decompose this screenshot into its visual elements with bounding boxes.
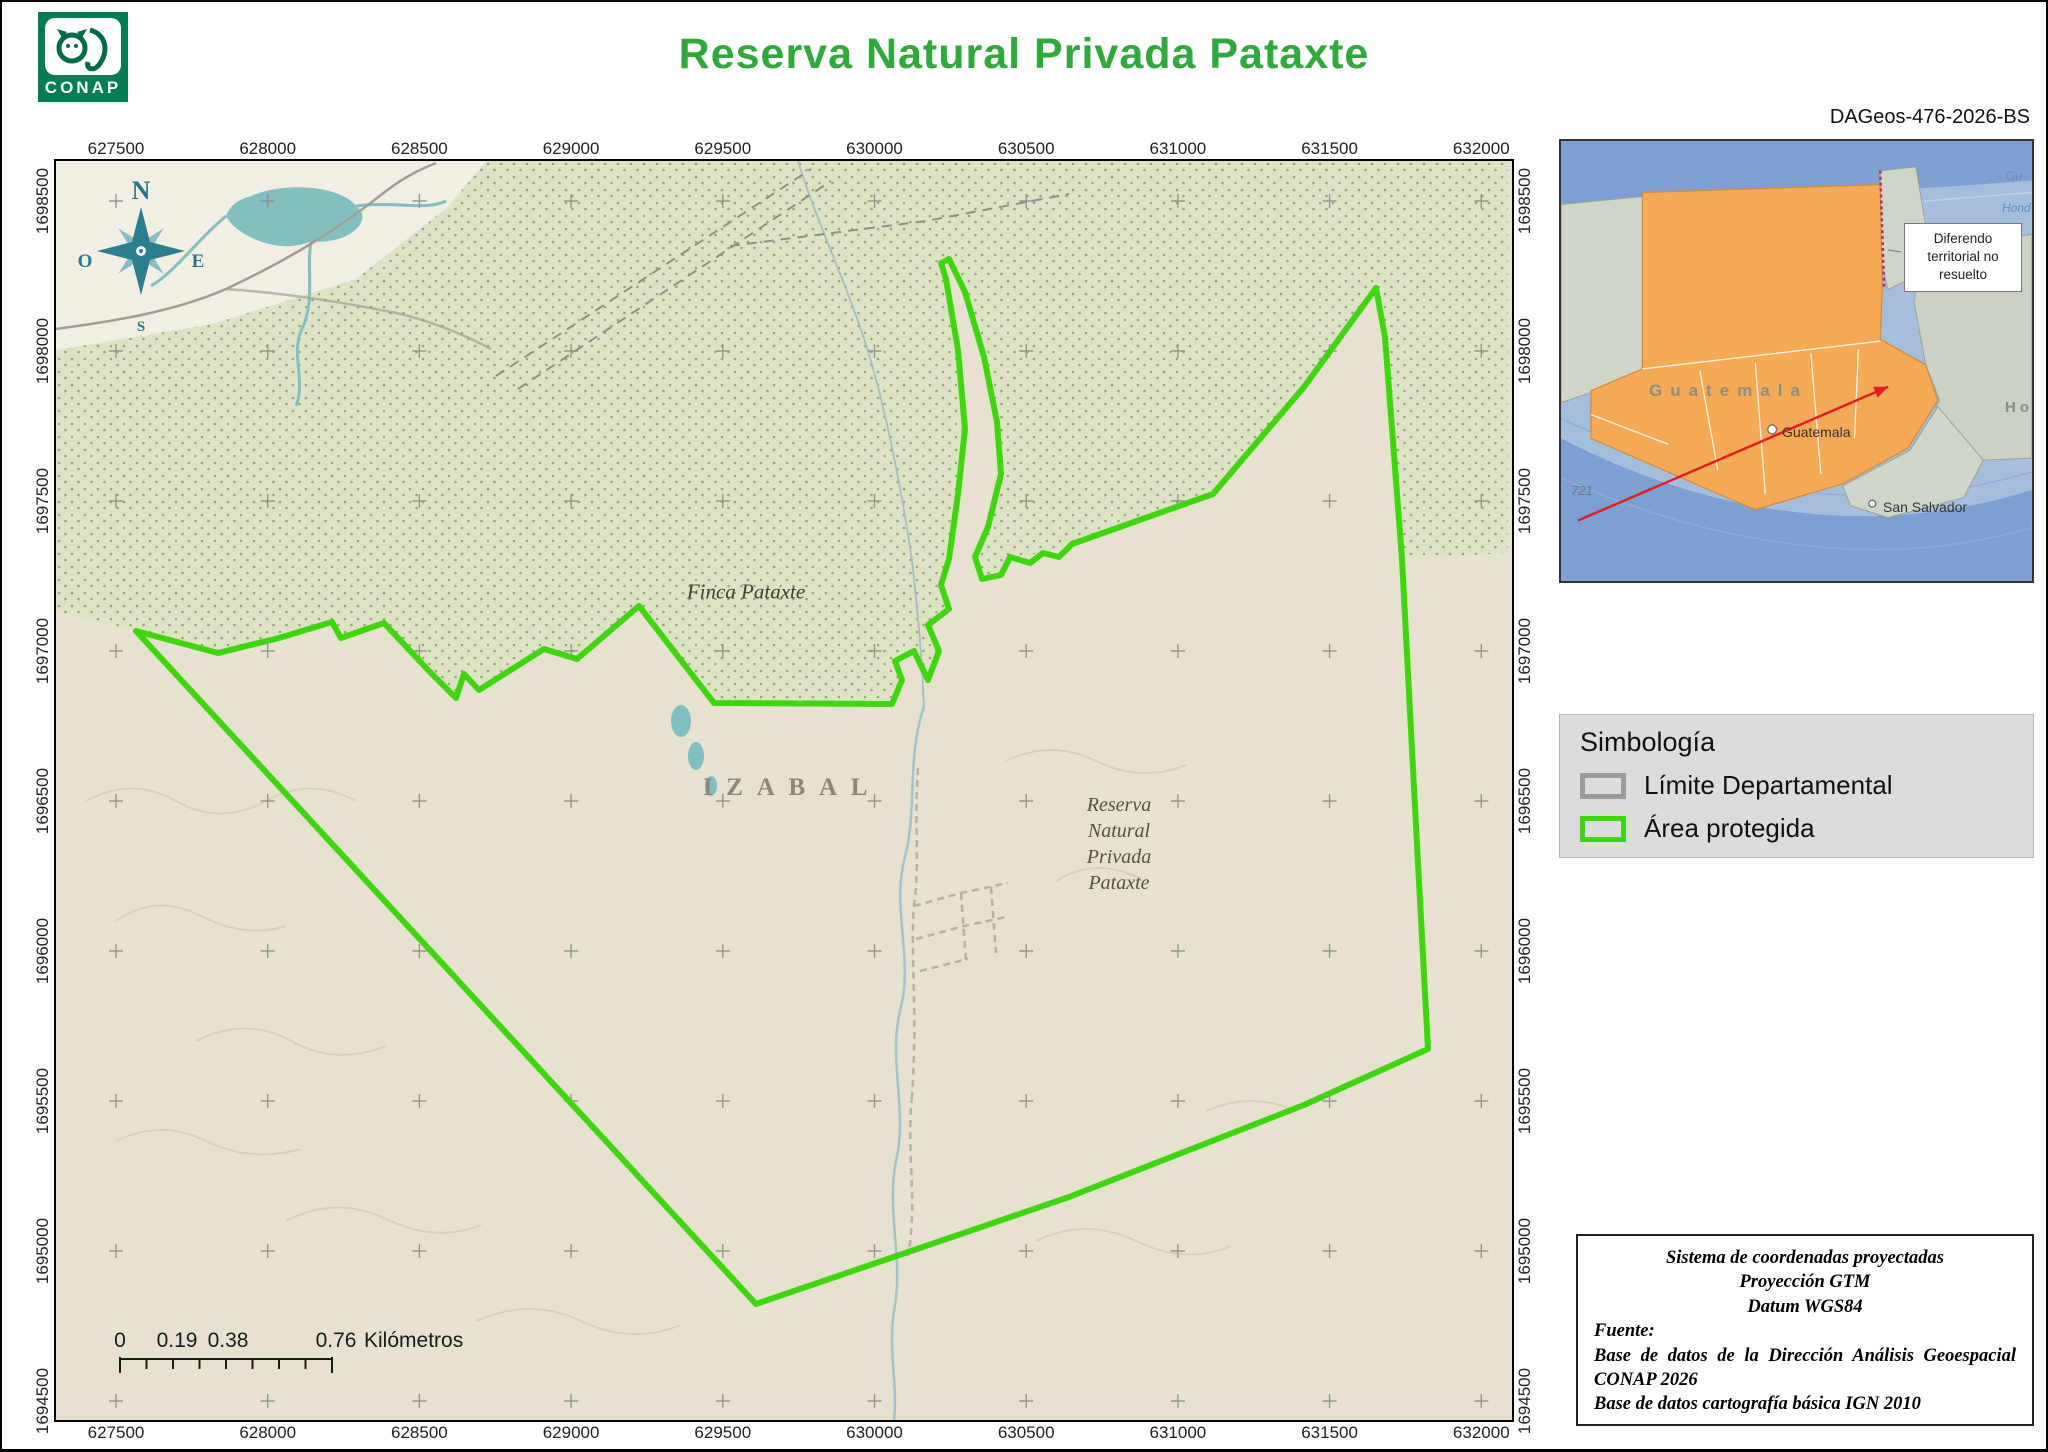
scalebar-tick-label: 0 — [114, 1329, 126, 1353]
coordinate-label: 1695000 — [1515, 1218, 1535, 1284]
coordinate-label: 628500 — [391, 139, 448, 159]
coordinate-label: 1697500 — [1515, 468, 1535, 534]
document-code: DAGeos-476-2026-BS — [1830, 106, 2030, 129]
reserve-name-label: Reserva Natural Privada Pataxte — [1087, 792, 1151, 896]
coordinate-label: 1696000 — [33, 918, 53, 984]
coordinate-label: 630000 — [846, 1423, 903, 1443]
legend: Simbología Límite Departamental Área pro… — [1559, 714, 2034, 858]
coordinate-label: 629000 — [543, 1423, 600, 1443]
scalebar-tick-label: 0.19 — [157, 1329, 198, 1353]
source-line: Base de datos cartografía básica IGN 201… — [1594, 1392, 2016, 1416]
scalebar-tick-label: 0.76 — [316, 1329, 357, 1353]
coordinate-label: 632000 — [1453, 139, 1510, 159]
coordinate-label: 631000 — [1150, 139, 1207, 159]
coordinate-label: 1695500 — [33, 1068, 53, 1134]
coordinate-label: 631500 — [1301, 139, 1358, 159]
coordinate-label: 1697500 — [33, 468, 53, 534]
departmental-boundary-swatch — [1580, 773, 1626, 799]
department-label: IZABAL — [703, 774, 881, 802]
sea-text-fragment: Gu — [2006, 169, 2022, 183]
coordinate-label: 1695000 — [33, 1218, 53, 1284]
compass-rose: N O E S — [71, 169, 211, 339]
dispute-callout: Diferendo territorial no resuelto — [1904, 223, 2022, 292]
inset-map: Guatemala Guatemala San Salvador Ho 721 … — [1559, 139, 2034, 583]
coordinate-label: 631500 — [1301, 1423, 1358, 1443]
source-box: Sistema de coordenadas proyectadas Proye… — [1576, 1234, 2034, 1426]
coordinate-label: 1697000 — [1515, 618, 1535, 684]
legend-item-label: Límite Departamental — [1644, 770, 1893, 801]
map-canvas: N O E S Finca Pataxte IZABAL Reserva Nat… — [56, 161, 1512, 1420]
protected-area-swatch — [1580, 816, 1626, 842]
projection-line: Datum WGS84 — [1594, 1295, 2016, 1319]
coordinate-label: 629000 — [543, 139, 600, 159]
finca-pataxte-label: Finca Pataxte — [687, 580, 805, 605]
road-number-label: 721 — [1571, 483, 1593, 498]
source-line: Base de datos de la Dirección Análisis G… — [1594, 1344, 2016, 1393]
coordinate-label: 1697000 — [33, 618, 53, 684]
legend-title: Simbología — [1580, 727, 2013, 758]
coordinate-label: 630000 — [846, 139, 903, 159]
compass-west-label: O — [78, 251, 93, 272]
city-marker-san-salvador — [1869, 500, 1876, 507]
guatemala-city-label: Guatemala — [1782, 424, 1850, 440]
projection-line: Sistema de coordenadas proyectadas — [1594, 1246, 2016, 1270]
legend-item-label: Área protegida — [1644, 813, 1815, 844]
map-frame: N O E S Finca Pataxte IZABAL Reserva Nat… — [54, 159, 1514, 1422]
coordinate-label: 627500 — [88, 139, 145, 159]
scalebar-unit-label: Kilómetros — [364, 1329, 463, 1353]
coordinate-label: 629500 — [694, 139, 751, 159]
page-title: Reserva Natural Privada Pataxte — [2, 30, 2046, 79]
scalebar-tick-label: 0.38 — [208, 1329, 249, 1353]
coordinate-label: 1694500 — [33, 1368, 53, 1434]
coordinate-label: 1696500 — [33, 768, 53, 834]
reserve-name-line: Pataxte — [1087, 870, 1151, 896]
honduras-partial-label: Ho — [2005, 399, 2033, 416]
compass-hub-dot — [139, 249, 143, 253]
reserve-name-line: Reserva — [1087, 792, 1151, 818]
coordinate-label: 627500 — [88, 1423, 145, 1443]
compass-north-label: N — [132, 176, 151, 205]
sheet: CONAP Reserva Natural Privada Pataxte DA… — [0, 0, 2048, 1452]
legend-item-protected-area: Área protegida — [1580, 813, 2013, 844]
coordinate-label: 1698000 — [1515, 318, 1535, 384]
coordinate-label: 630500 — [998, 139, 1055, 159]
coordinate-label: 628500 — [391, 1423, 448, 1443]
logo-text: CONAP — [45, 78, 121, 97]
country-label: Guatemala — [1649, 381, 1808, 401]
coordinate-label: 630500 — [998, 1423, 1055, 1443]
coordinate-label: 1698500 — [1515, 168, 1535, 234]
mexico-shape — [1561, 196, 1642, 402]
fuente-label: Fuente: — [1594, 1319, 2016, 1343]
city-marker-guatemala — [1768, 425, 1777, 434]
coordinate-label: 632000 — [1453, 1423, 1510, 1443]
coordinate-label: 628000 — [239, 1423, 296, 1443]
coordinate-label: 1694500 — [1515, 1368, 1535, 1434]
projection-line: Proyección GTM — [1594, 1270, 2016, 1294]
coordinate-label: 629500 — [694, 1423, 751, 1443]
legend-item-departmental: Límite Departamental — [1580, 770, 2013, 801]
sea-text-fragment: Hond — [2002, 201, 2031, 215]
coordinate-label: 1696500 — [1515, 768, 1535, 834]
coordinate-label: 628000 — [239, 139, 296, 159]
coordinate-label: 1696000 — [1515, 918, 1535, 984]
san-salvador-label: San Salvador — [1883, 499, 1967, 515]
coordinate-label: 631000 — [1150, 1423, 1207, 1443]
reserve-name-line: Privada — [1087, 844, 1151, 870]
compass-east-label: E — [192, 251, 205, 272]
compass-south-label: S — [137, 319, 145, 335]
coordinate-label: 1695500 — [1515, 1068, 1535, 1134]
coordinate-label: 1698000 — [33, 318, 53, 384]
inset-svg — [1561, 141, 2032, 581]
reserve-name-line: Natural — [1087, 818, 1151, 844]
coordinate-label: 1698500 — [33, 168, 53, 234]
